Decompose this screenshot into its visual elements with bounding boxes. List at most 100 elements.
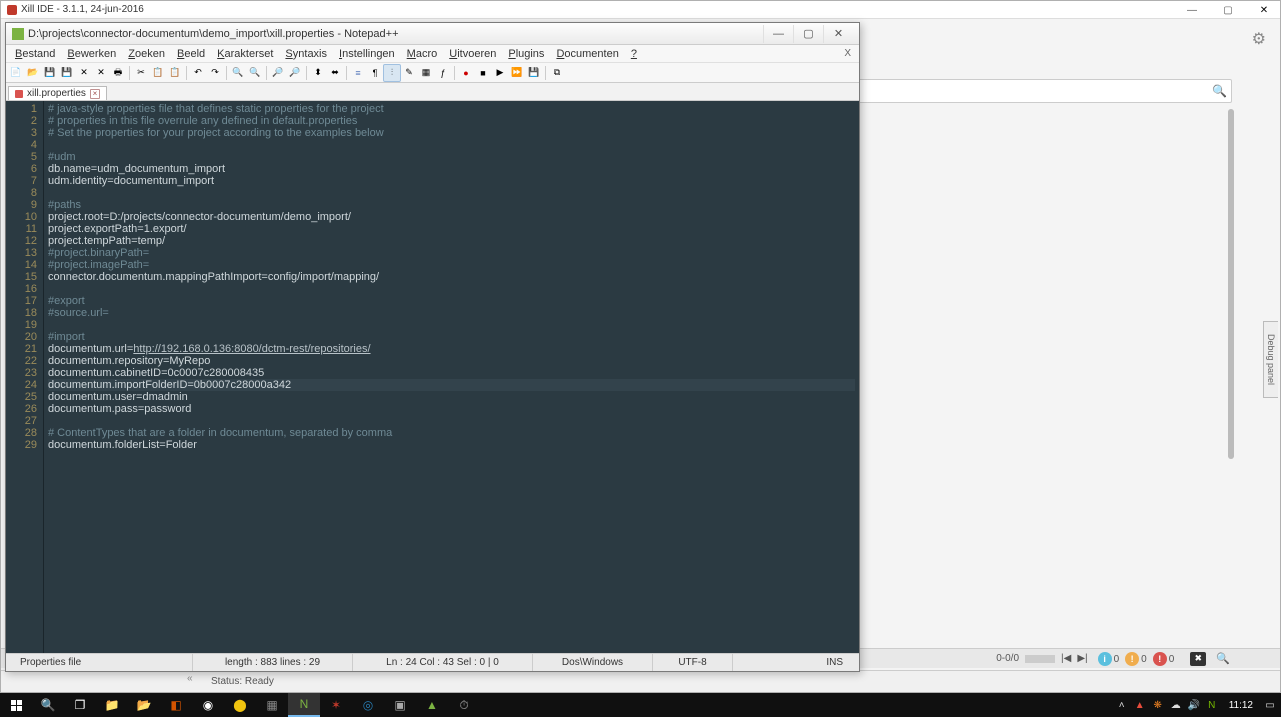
pager-first-button[interactable]: |◀: [1061, 653, 1071, 664]
paste-icon[interactable]: 📋: [167, 65, 183, 81]
status-badge[interactable]: !: [1153, 652, 1167, 666]
npp-maximize-button[interactable]: ▢: [793, 25, 823, 43]
save-icon[interactable]: 💾: [42, 65, 58, 81]
debug-panel-tab[interactable]: Debug panel: [1263, 321, 1278, 398]
run-multi-icon[interactable]: ⏩: [509, 65, 525, 81]
taskbar-app5-icon[interactable]: ▲: [416, 693, 448, 717]
status-badge[interactable]: !: [1125, 652, 1139, 666]
new-file-icon[interactable]: 📄: [8, 65, 24, 81]
tray-shield-icon[interactable]: ▲: [1131, 696, 1149, 714]
print-icon[interactable]: 🖶: [110, 65, 126, 81]
zoom-in-icon[interactable]: 🔎: [270, 65, 286, 81]
search-icon[interactable]: 🔍: [1212, 84, 1227, 98]
menu-bewerken[interactable]: Bewerken: [62, 48, 121, 60]
record-icon[interactable]: ●: [458, 65, 474, 81]
menu-karakterset[interactable]: Karakterset: [212, 48, 278, 60]
func-list-icon[interactable]: ƒ: [435, 65, 451, 81]
zoom-out-icon[interactable]: 🔎: [287, 65, 303, 81]
bg-maximize-button[interactable]: ▢: [1214, 3, 1242, 17]
taskbar-terminal-icon[interactable]: ▣: [384, 693, 416, 717]
npp-title-bar[interactable]: D:\projects\connector-documentum\demo_im…: [6, 23, 859, 45]
code-text-area[interactable]: # java-style properties file that define…: [44, 101, 859, 653]
bg-title-text: Xill IDE - 3.1.1, 24-jun-2016: [21, 4, 144, 15]
play-macro-icon[interactable]: ▶: [492, 65, 508, 81]
show-all-chars-icon[interactable]: ¶: [367, 65, 383, 81]
taskbar-clock[interactable]: 11:12: [1221, 700, 1261, 711]
wordwrap-icon[interactable]: ≡: [350, 65, 366, 81]
xill-app-icon: [7, 5, 17, 15]
save-all-icon[interactable]: 💾: [59, 65, 75, 81]
copy-icon[interactable]: 📋: [150, 65, 166, 81]
menu-bestand[interactable]: Bestand: [10, 48, 60, 60]
bg-title-bar: Xill IDE - 3.1.1, 24-jun-2016: [1, 1, 1280, 19]
menu-documenten[interactable]: Documenten: [551, 48, 623, 60]
tray-up-icon[interactable]: ˄: [1113, 696, 1131, 714]
tray-app-icon[interactable]: ❋: [1149, 696, 1167, 714]
taskbar-app3-icon[interactable]: ▦: [256, 693, 288, 717]
sync-v-icon[interactable]: ⬍: [310, 65, 326, 81]
taskbar-notepad-icon[interactable]: N: [288, 693, 320, 717]
replace-icon[interactable]: 🔍: [247, 65, 263, 81]
status-encoding: UTF-8: [652, 654, 732, 671]
menu-beeld[interactable]: Beeld: [172, 48, 210, 60]
pager-track[interactable]: [1025, 655, 1055, 663]
tray-cloud-icon[interactable]: ☁: [1167, 696, 1185, 714]
bg-close-button[interactable]: ✕: [1250, 3, 1278, 17]
taskbar-app1-icon[interactable]: ◧: [160, 693, 192, 717]
content-scrollbar[interactable]: [1228, 109, 1234, 459]
undo-icon[interactable]: ↶: [190, 65, 206, 81]
doc-map-icon[interactable]: ▦: [418, 65, 434, 81]
menu-?[interactable]: ?: [626, 48, 642, 60]
start-button[interactable]: [0, 693, 32, 717]
search-icon[interactable]: 🔍: [1216, 652, 1230, 665]
npp-minimize-button[interactable]: —: [763, 25, 793, 43]
tab-xill-properties[interactable]: xill.properties ×: [8, 86, 107, 100]
bg-minimize-button[interactable]: —: [1178, 3, 1206, 17]
close-all-icon[interactable]: ✕: [93, 65, 109, 81]
menu-instellingen[interactable]: Instellingen: [334, 48, 400, 60]
close-file-icon[interactable]: ✕: [76, 65, 92, 81]
stop-record-icon[interactable]: ■: [475, 65, 491, 81]
status-ins: INS: [732, 654, 853, 671]
taskbar-search-icon[interactable]: 🔍: [32, 693, 64, 717]
menu-plugins[interactable]: Plugins: [503, 48, 549, 60]
pager-next-button[interactable]: ▶|: [1077, 653, 1087, 664]
clear-button[interactable]: ✖: [1190, 652, 1206, 666]
taskbar-explorer-icon[interactable]: 📁: [96, 693, 128, 717]
bg-window-controls: — ▢ ✕: [1178, 3, 1278, 17]
status-badge[interactable]: i: [1098, 652, 1112, 666]
menu-macro[interactable]: Macro: [402, 48, 443, 60]
taskbar-chrome-icon[interactable]: ◉: [192, 693, 224, 717]
status-badge-count: 0: [1169, 654, 1175, 665]
user-lang-icon[interactable]: ✎: [401, 65, 417, 81]
taskbar-app6-icon[interactable]: ⏱: [448, 693, 480, 717]
npp-close-button[interactable]: ✕: [823, 25, 853, 43]
redo-icon[interactable]: ↷: [207, 65, 223, 81]
status-filetype: Properties file: [12, 654, 192, 671]
menu-close-x[interactable]: X: [839, 48, 855, 59]
code-editor[interactable]: 1234567891011121314151617181920212223242…: [6, 101, 859, 653]
find-icon[interactable]: 🔍: [230, 65, 246, 81]
gear-icon[interactable]: ⚙: [1252, 29, 1266, 49]
taskbar-app2-icon[interactable]: ⬤: [224, 693, 256, 717]
compare-icon[interactable]: ⧉: [549, 65, 565, 81]
save-macro-icon[interactable]: 💾: [526, 65, 542, 81]
tray-nvidia-icon[interactable]: N: [1203, 696, 1221, 714]
taskview-icon[interactable]: ❐: [64, 693, 96, 717]
sync-h-icon[interactable]: ⬌: [327, 65, 343, 81]
taskbar-xill-icon[interactable]: ✶: [320, 693, 352, 717]
tray-volume-icon[interactable]: 🔊: [1185, 696, 1203, 714]
cut-icon[interactable]: ✂: [133, 65, 149, 81]
menu-uitvoeren[interactable]: Uitvoeren: [444, 48, 501, 60]
tab-close-button[interactable]: ×: [90, 89, 100, 99]
taskbar-app4-icon[interactable]: ◎: [352, 693, 384, 717]
taskbar-folder-icon[interactable]: 📂: [128, 693, 160, 717]
notepad-app-icon: [12, 28, 24, 40]
menu-syntaxis[interactable]: Syntaxis: [280, 48, 332, 60]
collapse-left-icon[interactable]: «: [187, 673, 199, 685]
tray-notifications-icon[interactable]: ▭: [1261, 696, 1279, 714]
bg-status-text: Status: Ready: [211, 676, 274, 687]
indent-guide-icon[interactable]: ⫶: [384, 65, 400, 81]
open-file-icon[interactable]: 📂: [25, 65, 41, 81]
menu-zoeken[interactable]: Zoeken: [123, 48, 170, 60]
